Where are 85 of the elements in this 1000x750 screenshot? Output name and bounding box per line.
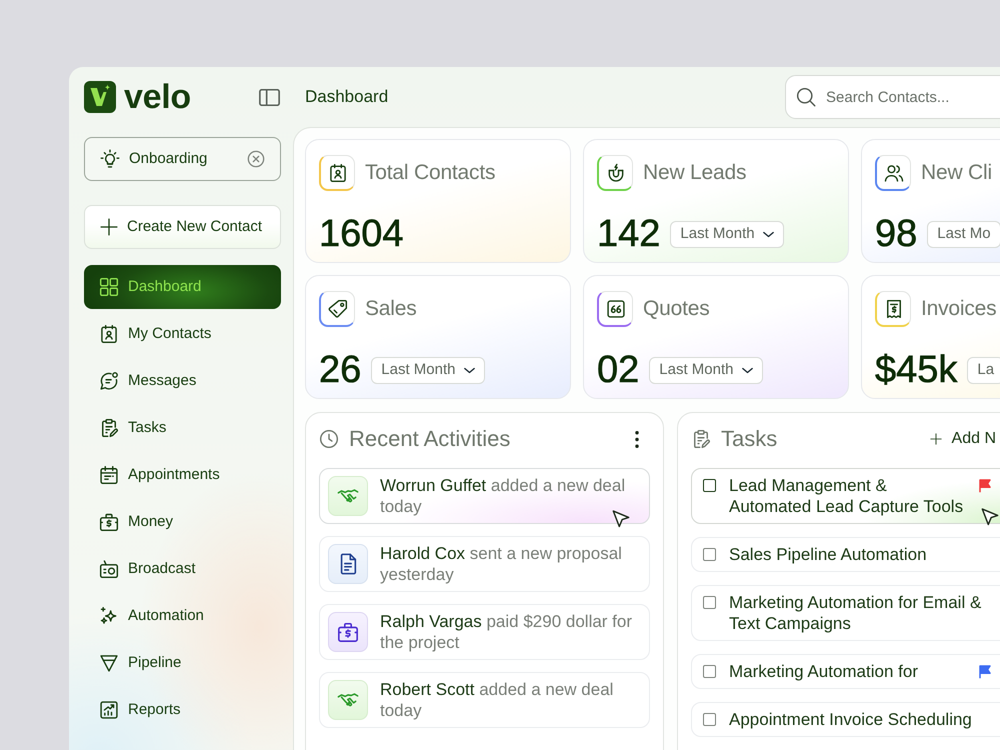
stat-value: 1604 — [319, 216, 404, 252]
lightbulb-icon — [100, 149, 120, 169]
stat-value: 26 — [319, 352, 362, 388]
task-item[interactable]: Marketing Automation for Email & Text Campaigns — [691, 585, 1000, 641]
nav-item[interactable]: My Contacts — [84, 312, 281, 356]
clock-icon — [319, 429, 339, 449]
nav-item[interactable]: Reports — [84, 688, 281, 732]
task-title: Sales Pipeline Automation — [729, 544, 928, 565]
clipboard-icon — [99, 418, 119, 438]
plus-icon — [100, 218, 118, 236]
chart-icon — [99, 700, 119, 720]
kebab-menu-icon[interactable] — [635, 430, 639, 448]
period-dropdown[interactable]: Last Month — [649, 356, 762, 384]
period-dropdown[interactable]: Last Mo — [927, 220, 1000, 248]
task-title: Lead Management & Automated Lead Capture Tools — [729, 475, 964, 517]
task-title: Marketing Automation for Email & Text Campaigns — [729, 592, 982, 634]
activity-text: Harold Cox sent a new proposal yesterday — [380, 543, 623, 585]
checkbox[interactable] — [703, 596, 716, 609]
chevron-down-icon — [742, 366, 752, 374]
checkbox[interactable] — [703, 548, 716, 561]
nav-item[interactable]: Pipeline — [84, 641, 281, 685]
stat-title: New Cli — [921, 160, 992, 186]
stat-value: 02 — [597, 352, 640, 388]
stat-title: New Leads — [643, 160, 746, 186]
checkbox[interactable] — [703, 665, 716, 678]
nav-item[interactable]: Messages — [84, 359, 281, 403]
nav-item[interactable]: Automation — [84, 594, 281, 638]
period-dropdown[interactable]: La — [967, 356, 1000, 384]
logo-text: velo — [124, 80, 191, 114]
sidebar-toggle-icon[interactable] — [259, 88, 280, 106]
page-title: Dashboard — [305, 86, 388, 108]
handshake-icon — [328, 680, 368, 720]
checkbox[interactable] — [703, 713, 716, 726]
panel-title: Tasks — [721, 426, 778, 452]
task-item[interactable]: Appointment Invoice Scheduling — [691, 702, 1000, 737]
sparkles-icon — [99, 606, 119, 626]
chevron-down-icon — [762, 230, 774, 238]
nav-item[interactable]: Money — [84, 500, 281, 544]
panel-title: Recent Activities — [349, 426, 510, 452]
stat-value: $45k — [875, 352, 958, 388]
activity-item[interactable]: Ralph Vargas paid $290 dollar for the project — [319, 604, 650, 660]
add-task-button[interactable]: Add N — [930, 427, 996, 451]
activity-item[interactable]: Robert Scott added a new deal today — [319, 672, 650, 728]
calendar-icon — [99, 465, 119, 485]
period-dropdown[interactable]: Last Month — [371, 356, 484, 384]
nav-item[interactable]: Dashboard — [84, 265, 281, 309]
clipboard-icon — [691, 429, 711, 449]
stat-title: Total Contacts — [365, 160, 496, 186]
grid-icon — [99, 277, 119, 297]
nav-item[interactable]: Appointments — [84, 453, 281, 497]
stat-title: Invoices — [921, 296, 996, 322]
chevron-down-icon — [464, 366, 474, 374]
task-title: Appointment Invoice Scheduling — [729, 709, 973, 730]
task-item[interactable]: Sales Pipeline Automation — [691, 537, 1000, 572]
period-dropdown[interactable]: Last Month — [670, 220, 784, 248]
onboarding-label: Onboarding — [129, 148, 208, 169]
handshake-icon — [328, 476, 368, 516]
funnel-icon — [99, 653, 119, 673]
stat-value: 142 — [597, 216, 660, 252]
task-item[interactable]: Lead Management & Automated Lead Capture Tools — [691, 468, 1000, 524]
stat-title: Sales — [365, 296, 417, 322]
nav-item[interactable]: Broadcast — [84, 547, 281, 591]
briefcase-dollar-icon — [328, 612, 368, 652]
pointer-icon — [612, 510, 630, 528]
radio-icon — [99, 559, 119, 579]
contact-card-icon — [99, 324, 119, 344]
chat-bubble-icon — [99, 371, 119, 391]
nav-item[interactable]: Tasks — [84, 406, 281, 450]
task-title: Marketing Automation for — [729, 661, 919, 682]
plus-icon — [930, 433, 942, 445]
search-field[interactable]: Search Contacts... — [785, 75, 1000, 119]
close-icon[interactable] — [247, 150, 265, 168]
activity-item[interactable]: Harold Cox sent a new proposal yesterday — [319, 536, 650, 592]
document-icon — [328, 544, 368, 584]
activity-text: Robert Scott added a new deal today — [380, 679, 614, 721]
checkbox[interactable] — [703, 479, 716, 492]
task-item[interactable]: Marketing Automation for — [691, 654, 1000, 689]
stat-value: 98 — [875, 216, 918, 252]
stat-title: Quotes — [643, 296, 710, 322]
activity-text: Worrun Guffet added a new deal today — [380, 475, 626, 517]
search-icon — [796, 87, 816, 107]
logo-icon — [84, 81, 116, 113]
activity-text: Ralph Vargas paid $290 dollar for the project — [380, 611, 634, 653]
create-contact-button[interactable]: Create New Contact — [84, 205, 281, 249]
briefcase-dollar-icon — [99, 512, 119, 532]
